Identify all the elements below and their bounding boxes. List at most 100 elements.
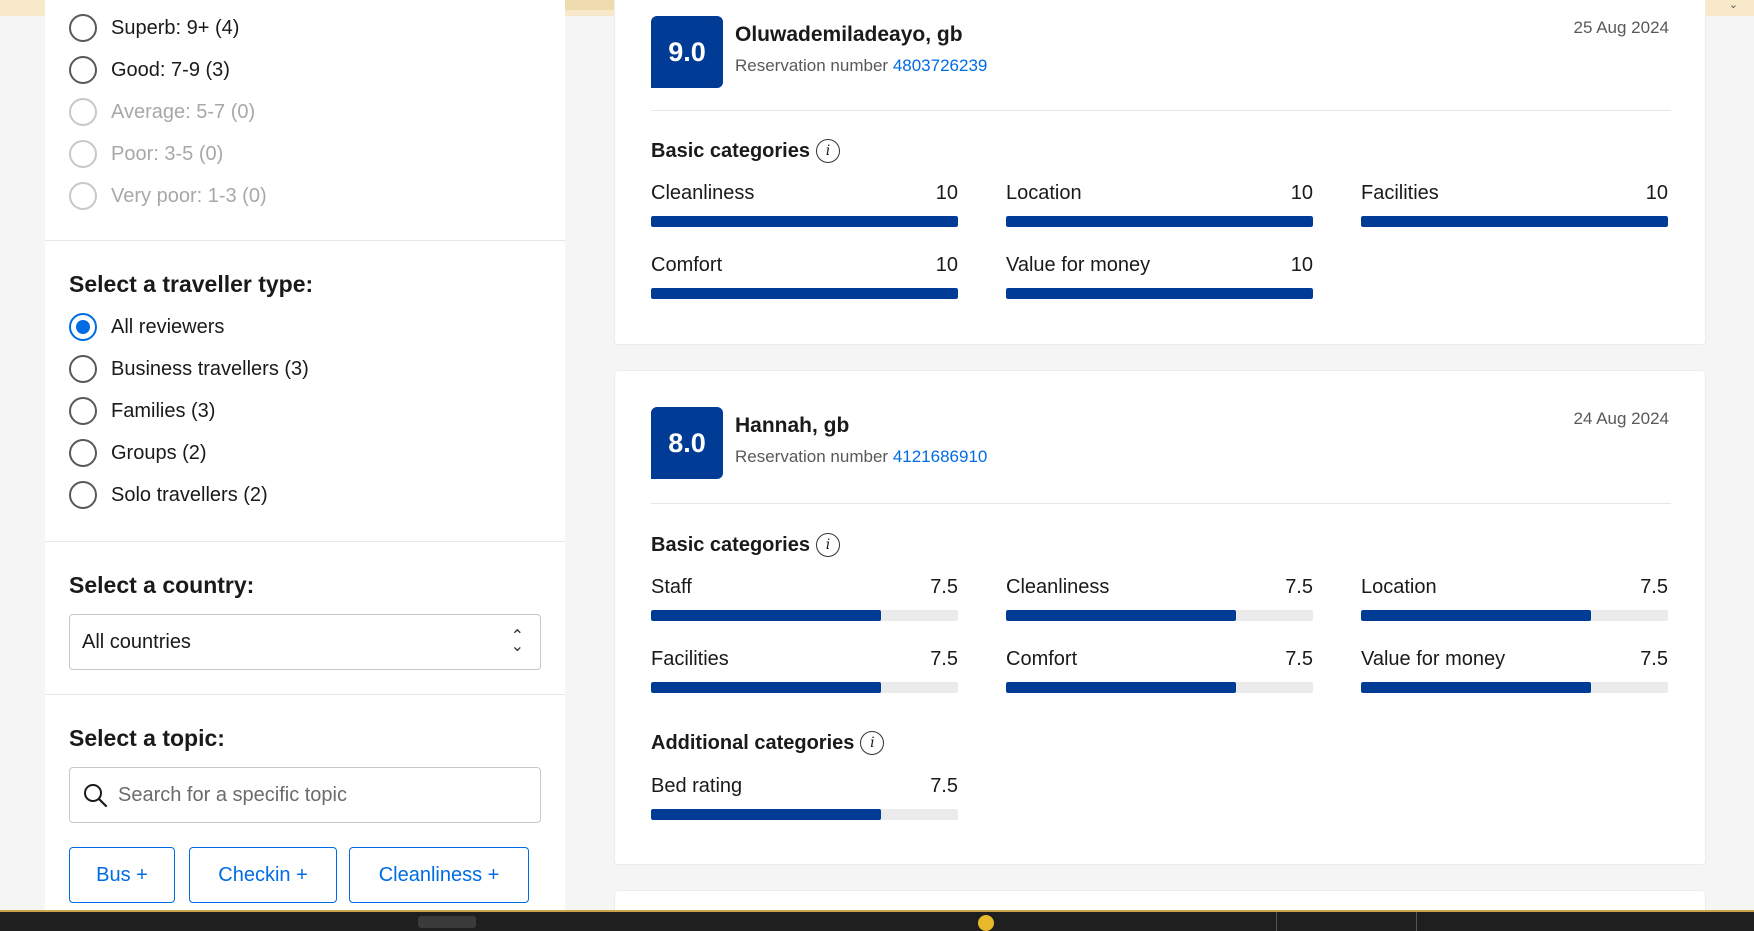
category-label: Facilities (1361, 182, 1439, 204)
category-value: 10 (1645, 182, 1668, 204)
review-score-filter: Superb: 9+ (4) Good: 7-9 (3) Average: 5-… (45, 0, 565, 241)
category-value: 10 (1290, 254, 1313, 276)
radio-button (69, 182, 97, 210)
topic-search-field[interactable] (69, 767, 541, 823)
category-label: Cleanliness (1006, 576, 1110, 598)
category-bar-fill (651, 682, 882, 693)
topic-button-checkin[interactable]: Checkin + (189, 847, 337, 903)
taskbar-separator (1416, 912, 1417, 931)
review-card: 8.0 Hannah, gb Reservation number 412168… (614, 370, 1706, 865)
category-bar-track (651, 809, 958, 820)
card-divider (651, 110, 1671, 111)
category-bar-fill (1006, 288, 1313, 299)
category-comfort: Comfort 10 (651, 254, 958, 299)
topic-button-bus[interactable]: Bus + (69, 847, 175, 903)
radio-label: Poor: 3-5 (0) (111, 142, 224, 165)
category-label: Facilities (651, 648, 729, 670)
traveller-type-filter: Select a traveller type: All reviewers B… (45, 241, 565, 542)
radio-button[interactable] (69, 439, 97, 467)
category-bar-fill (1361, 216, 1668, 227)
radio-button[interactable] (69, 397, 97, 425)
score-option-good[interactable]: Good: 7-9 (3) (69, 55, 230, 85)
category-label: Staff (651, 576, 692, 598)
category-facilities: Facilities 7.5 (651, 648, 958, 693)
score-option-very-poor: Very poor: 1-3 (0) (69, 181, 267, 211)
category-cleanliness: Cleanliness 7.5 (1006, 576, 1313, 621)
reservation-line: Reservation number 4121686910 (735, 447, 987, 467)
traveller-option-all[interactable]: All reviewers (69, 312, 224, 342)
category-label: Value for money (1361, 648, 1506, 670)
category-value: 10 (935, 254, 958, 276)
taskbar-app[interactable] (418, 916, 476, 928)
category-value: 10 (1290, 182, 1313, 204)
country-select[interactable]: All countries ⌃ ⌄ (69, 614, 541, 670)
category-facilities: Facilities 10 (1361, 182, 1668, 227)
category-location: Location 10 (1006, 182, 1313, 227)
reservation-number-link[interactable]: 4803726239 (893, 56, 988, 75)
traveller-option-families[interactable]: Families (3) (69, 396, 215, 426)
review-score-badge: 9.0 (651, 16, 723, 88)
category-bar-fill (1006, 216, 1313, 227)
radio-button[interactable] (69, 481, 97, 509)
radio-label: Good: 7-9 (3) (111, 58, 230, 81)
country-title: Select a country: (69, 572, 255, 598)
updown-chevron-icon: ⌃ ⌄ (510, 628, 524, 655)
reservation-number-link[interactable]: 4121686910 (893, 447, 988, 466)
category-cleanliness: Cleanliness 10 (651, 182, 958, 227)
topic-search-input[interactable] (118, 783, 518, 807)
additional-categories-title: Additional categories (651, 731, 855, 754)
category-label: Location (1361, 576, 1437, 598)
category-bar-track (1006, 682, 1313, 693)
taskbar-separator (1276, 912, 1277, 931)
review-date: 25 Aug 2024 (1573, 18, 1669, 37)
topic-filter: Select a topic: Bus + Checkin + Cleanlin… (45, 695, 565, 910)
basic-categories-heading: Basic categories i (651, 139, 840, 163)
category-label: Value for money (1006, 254, 1151, 276)
info-icon[interactable]: i (815, 139, 840, 163)
category-bar-track (1361, 682, 1668, 693)
reservation-label: Reservation number (735, 447, 889, 466)
info-icon[interactable]: i (815, 533, 840, 557)
radio-label: Solo travellers (2) (111, 483, 268, 506)
topic-button-cleanliness[interactable]: Cleanliness + (349, 847, 529, 903)
radio-button[interactable] (69, 355, 97, 383)
search-icon (84, 784, 108, 808)
category-bar-fill (1361, 682, 1592, 693)
category-value: 7.5 (1285, 576, 1313, 598)
card-divider (651, 503, 1671, 504)
category-location: Location 7.5 (1361, 576, 1668, 621)
review-score-badge: 8.0 (651, 407, 723, 479)
corner-handle-icon: ⌄ (1728, 0, 1738, 11)
additional-categories-heading: Additional categories i (651, 731, 885, 755)
score-option-superb[interactable]: Superb: 9+ (4) (69, 13, 239, 43)
taskbar-app-icon[interactable] (978, 915, 994, 931)
category-bar-track (651, 610, 958, 621)
radio-button (69, 140, 97, 168)
radio-label: Families (3) (111, 399, 216, 422)
category-staff: Staff 7.5 (651, 576, 958, 621)
category-bar-fill (651, 610, 882, 621)
category-value: 7.5 (1285, 648, 1313, 670)
category-bar-fill (1361, 610, 1592, 621)
category-bar-fill (1006, 610, 1237, 621)
category-bar-track (651, 216, 958, 227)
radio-button[interactable] (69, 56, 97, 84)
traveller-type-title: Select a traveller type: (69, 271, 314, 297)
traveller-option-groups[interactable]: Groups (2) (69, 438, 207, 468)
category-value: 7.5 (1640, 648, 1668, 670)
traveller-option-solo[interactable]: Solo travellers (2) (69, 480, 268, 510)
category-value-for-money: Value for money 7.5 (1361, 648, 1668, 693)
category-value: 7.5 (930, 576, 958, 598)
reviewer-name: Oluwademiladeayo, gb (735, 23, 963, 46)
category-label: Cleanliness (651, 182, 755, 204)
radio-button[interactable] (69, 14, 97, 42)
category-bar-track (1006, 288, 1313, 299)
radio-label: Groups (2) (111, 441, 207, 464)
topic-title: Select a topic: (69, 725, 225, 751)
category-bar-fill (1006, 682, 1237, 693)
radio-button[interactable] (69, 313, 97, 341)
traveller-option-business[interactable]: Business travellers (3) (69, 354, 309, 384)
info-icon[interactable]: i (860, 731, 885, 755)
radio-button (69, 98, 97, 126)
category-bar-fill (651, 216, 958, 227)
